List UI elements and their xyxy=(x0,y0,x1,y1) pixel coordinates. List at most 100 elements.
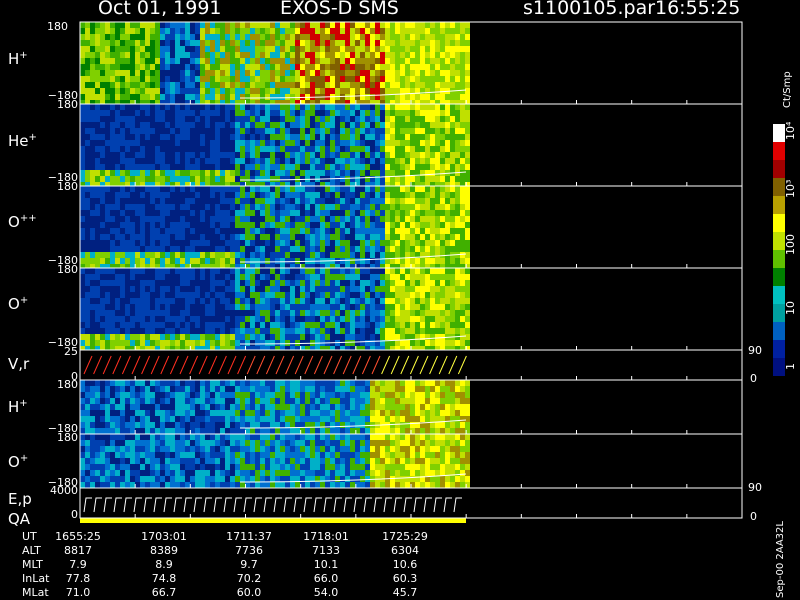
spectrogram-cell xyxy=(325,122,330,128)
spectrogram-cell xyxy=(170,140,175,146)
spectrogram-cell xyxy=(430,58,435,64)
spectrogram-cell xyxy=(160,310,165,316)
spectrogram-cell xyxy=(420,234,425,240)
spectrogram-cell xyxy=(220,304,225,310)
spectrogram-cell xyxy=(295,280,300,286)
spectrogram-cell xyxy=(465,234,470,240)
spectrogram-cell xyxy=(425,186,430,192)
spectrogram-cell xyxy=(175,216,180,222)
spectrogram-cell xyxy=(90,210,95,216)
spectrogram-cell xyxy=(85,82,90,88)
spectrogram-cell xyxy=(375,52,380,58)
spectrogram-cell xyxy=(85,340,90,346)
spectrogram-cell xyxy=(395,234,400,240)
spectrogram-cell xyxy=(335,310,340,316)
spectrogram-cell xyxy=(155,428,160,434)
spectrogram-cell xyxy=(300,22,305,28)
spectrogram-cell xyxy=(330,346,335,350)
spectrogram-cell xyxy=(310,216,315,222)
spectrogram-cell xyxy=(360,22,365,28)
spectrogram-cell xyxy=(125,310,130,316)
spectrogram-cell xyxy=(460,88,465,94)
spectrogram-cell xyxy=(180,128,185,134)
spectrogram-cell xyxy=(305,182,310,186)
spectrogram-cell xyxy=(125,280,130,286)
spectrogram-cell xyxy=(425,216,430,222)
spectrogram-cell xyxy=(380,134,385,140)
spectrogram-cell xyxy=(110,252,115,258)
spectrogram-cell xyxy=(200,410,205,416)
spectrogram-cell xyxy=(465,298,470,304)
spectrogram-cell xyxy=(110,28,115,34)
spectrogram-cell xyxy=(80,40,85,46)
spectrogram-cell xyxy=(135,134,140,140)
spectrogram-cell xyxy=(270,164,275,170)
spectrogram-cell xyxy=(180,246,185,252)
spectrogram-cell xyxy=(280,404,285,410)
spectrogram-cell xyxy=(310,58,315,64)
spectrogram-cell xyxy=(330,34,335,40)
spectrogram-cell xyxy=(125,264,130,268)
spectrogram-cell xyxy=(225,334,230,340)
spectrogram-cell xyxy=(190,76,195,82)
spectrogram-cell xyxy=(430,122,435,128)
spectrogram-cell xyxy=(280,392,285,398)
spectrogram-cell xyxy=(190,380,195,386)
spectrogram-cell xyxy=(110,304,115,310)
spectrogram-cell xyxy=(395,22,400,28)
spectrogram-cell xyxy=(305,298,310,304)
spectrogram-cell xyxy=(340,386,345,392)
spectrogram-cell xyxy=(95,134,100,140)
spectrogram-cell xyxy=(350,110,355,116)
spectrogram-cell xyxy=(285,204,290,210)
spectrogram-cell xyxy=(135,416,140,422)
spectrogram-cell xyxy=(175,100,180,104)
spectrogram-cell xyxy=(95,286,100,292)
spectrogram-cell xyxy=(135,428,140,434)
spectrogram-cell xyxy=(205,216,210,222)
spectrogram-cell xyxy=(190,82,195,88)
spectrogram-cell xyxy=(400,340,405,346)
spectrogram-cell xyxy=(225,310,230,316)
spectrogram-cell xyxy=(250,122,255,128)
spectrogram-cell xyxy=(440,134,445,140)
spectrogram-cell xyxy=(280,170,285,176)
spectrogram-cell xyxy=(330,234,335,240)
spectrogram-cell xyxy=(350,328,355,334)
spectrogram-cell xyxy=(395,322,400,328)
spectrogram-cell xyxy=(120,246,125,252)
spectrogram-cell xyxy=(260,64,265,70)
spectrogram-cell xyxy=(335,298,340,304)
spectrogram-cell xyxy=(420,240,425,246)
spectrogram-cell xyxy=(205,316,210,322)
spectrogram-cell xyxy=(325,140,330,146)
spectrogram-cell xyxy=(150,386,155,392)
spectrogram-cell xyxy=(445,198,450,204)
spectrogram-cell xyxy=(100,274,105,280)
spectrogram-cell xyxy=(400,210,405,216)
spectrogram-cell xyxy=(90,76,95,82)
spectrogram-cell xyxy=(105,76,110,82)
spectrogram-cell xyxy=(110,340,115,346)
spectrogram-cell xyxy=(135,258,140,264)
spectrogram-cell xyxy=(460,70,465,76)
spectrogram-cell xyxy=(355,122,360,128)
spectrogram-cell xyxy=(100,104,105,110)
spectrogram-cell xyxy=(285,258,290,264)
spectrogram-cell xyxy=(295,122,300,128)
spectrogram-cell xyxy=(305,346,310,350)
spectrogram-cell xyxy=(465,304,470,310)
spectrogram-cell xyxy=(435,280,440,286)
spectrogram-cell xyxy=(415,198,420,204)
spectrogram-cell xyxy=(340,328,345,334)
spectrogram-cell xyxy=(225,82,230,88)
spectrogram-cell xyxy=(225,100,230,104)
spectrogram-cell xyxy=(450,58,455,64)
spectrogram-cell xyxy=(115,416,120,422)
spectrogram-cell xyxy=(220,94,225,100)
spectrogram-cell xyxy=(370,122,375,128)
spectrogram-cell xyxy=(95,58,100,64)
spectrogram-cell xyxy=(85,192,90,198)
spectrogram-cell xyxy=(95,198,100,204)
spectrogram-cell xyxy=(85,316,90,322)
